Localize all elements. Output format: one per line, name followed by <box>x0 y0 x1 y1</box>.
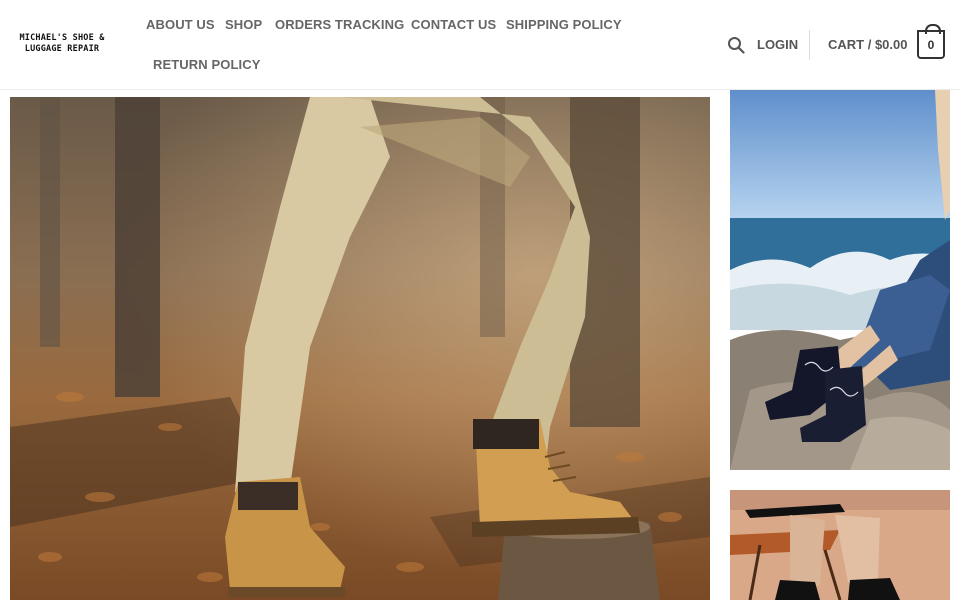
nav-orders-tracking[interactable]: ORDERS TRACKING <box>275 17 404 32</box>
logo-line-2: LUGGAGE REPAIR <box>24 44 100 54</box>
hero-image[interactable] <box>10 97 710 600</box>
nav-contact-us[interactable]: CONTACT US <box>411 17 496 32</box>
site-header: MICHAEL'S SHOE & LUGGAGE REPAIR ABOUT US… <box>0 0 960 90</box>
site-logo[interactable]: MICHAEL'S SHOE & LUGGAGE REPAIR <box>14 33 110 55</box>
cart-count-badge[interactable]: 0 <box>917 24 945 59</box>
hero-boots-illustration <box>10 97 710 600</box>
nav-shop[interactable]: SHOP <box>225 17 262 32</box>
search-icon[interactable] <box>727 36 745 54</box>
cart-link[interactable]: CART / $0.00 <box>828 37 907 52</box>
logo-line-1: MICHAEL'S SHOE & <box>19 33 105 43</box>
nav-return-policy[interactable]: RETURN POLICY <box>153 57 260 72</box>
nav-shipping-policy[interactable]: SHIPPING POLICY <box>506 17 622 32</box>
side-bottom-boots-illustration <box>730 490 950 600</box>
side-image-top[interactable] <box>730 90 950 470</box>
header-divider <box>809 30 810 60</box>
login-link[interactable]: LOGIN <box>757 37 798 52</box>
side-top-boots-illustration <box>730 90 950 470</box>
side-image-bottom[interactable] <box>730 490 950 600</box>
nav-about-us[interactable]: ABOUT US <box>146 17 215 32</box>
